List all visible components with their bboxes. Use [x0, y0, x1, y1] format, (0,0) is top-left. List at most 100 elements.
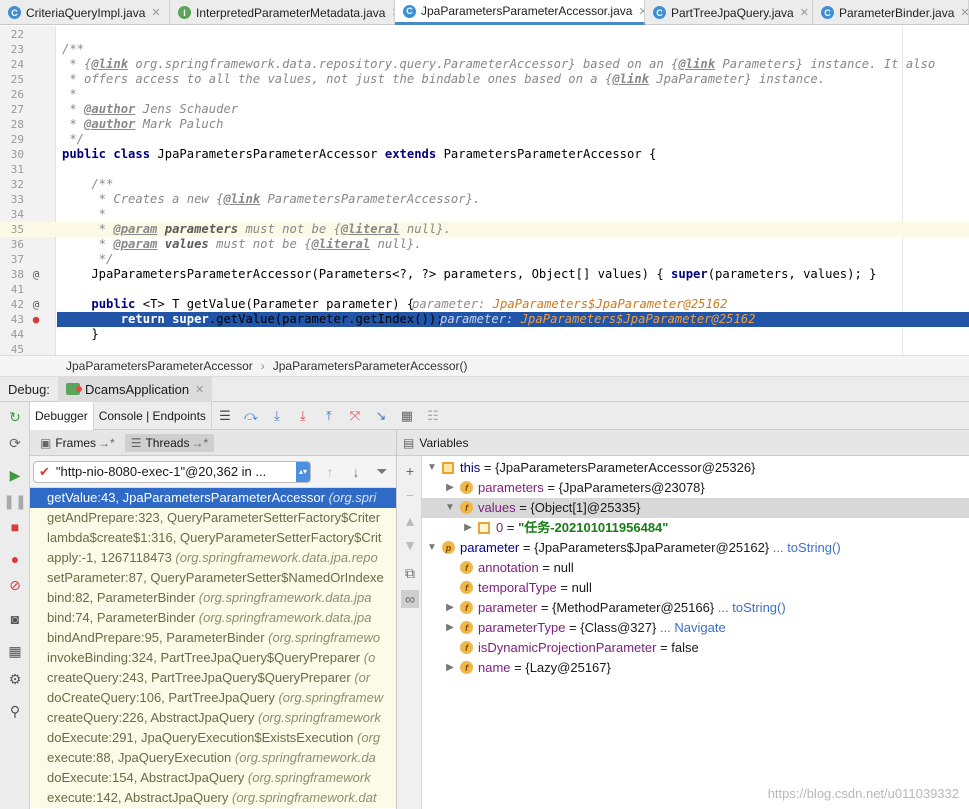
- stack-frame[interactable]: createQuery:243, PartTreeJpaQuery$QueryP…: [30, 668, 396, 688]
- code-line[interactable]: 29 */: [0, 132, 969, 147]
- expand-icon[interactable]: ▶: [444, 478, 456, 498]
- move-down-icon[interactable]: ▼: [401, 536, 419, 554]
- copy-icon[interactable]: ⧉: [401, 564, 419, 582]
- breakpoint-icon[interactable]: ●: [29, 312, 43, 327]
- view-breakpoints-icon[interactable]: ●: [6, 550, 24, 568]
- tab-frames[interactable]: ▣ Frames →*: [34, 434, 121, 452]
- stack-frame[interactable]: getValue:43, JpaParametersParameterAcces…: [30, 488, 396, 508]
- expand-icon[interactable]: ▶: [444, 618, 456, 638]
- resume-icon[interactable]: ▶: [6, 466, 24, 484]
- variable-row[interactable]: ▶ f parameterType = {Class@327} ... Naviga…: [422, 618, 969, 638]
- breadcrumb-item-constructor[interactable]: JpaParametersParameterAccessor(): [273, 359, 468, 373]
- stack-frame[interactable]: lambda$create$1:316, QueryParameterSette…: [30, 528, 396, 548]
- stack-frame[interactable]: createQuery:226, AbstractJpaQuery (org.s…: [30, 708, 396, 728]
- code-line[interactable]: 26 *: [0, 87, 969, 102]
- tab-debugger[interactable]: Debugger: [30, 401, 94, 430]
- evaluate-expression-icon[interactable]: ▦: [394, 402, 420, 430]
- expand-icon[interactable]: ▶: [462, 518, 474, 538]
- filter-icon[interactable]: ⏷: [369, 463, 395, 480]
- stack-frame[interactable]: execute:88, JpaQueryExecution (org.sprin…: [30, 748, 396, 768]
- code-line[interactable]: 34 *: [0, 207, 969, 222]
- stack-frame[interactable]: invokeBinding:324, PartTreeJpaQuery$Quer…: [30, 648, 396, 668]
- code-line[interactable]: 44 }: [0, 327, 969, 342]
- tab-parttreejpaquery[interactable]: C PartTreeJpaQuery.java ✕: [645, 0, 813, 25]
- pin-icon[interactable]: ⚲: [6, 702, 24, 720]
- expand-icon[interactable]: ▶: [444, 598, 456, 618]
- variable-row[interactable]: ▶ f parameters = {JpaParameters@23078}: [422, 478, 969, 498]
- variable-action-link[interactable]: ... Navigate: [656, 620, 726, 635]
- variable-action-link[interactable]: ... toString(): [714, 600, 786, 615]
- code-line[interactable]: 31: [0, 162, 969, 177]
- code-line[interactable]: 37 */: [0, 252, 969, 267]
- close-icon[interactable]: ✕: [800, 6, 809, 19]
- stop-icon[interactable]: ■: [6, 518, 24, 536]
- variable-row[interactable]: ▶ f name = {Lazy@25167}: [422, 658, 969, 678]
- variable-row[interactable]: ▶ f parameter = {MethodParameter@25166} ..…: [422, 598, 969, 618]
- close-icon[interactable]: ✕: [960, 6, 968, 19]
- stack-frame[interactable]: execute:142, AbstractJpaQuery (org.sprin…: [30, 788, 396, 808]
- code-line[interactable]: 28 * @author Mark Paluch: [0, 117, 969, 132]
- tab-criteriaqueryimpl[interactable]: C CriteriaQueryImpl.java ✕: [0, 0, 170, 25]
- collapse-icon[interactable]: ▼: [444, 498, 456, 518]
- variable-action-link[interactable]: ... toString(): [769, 540, 841, 555]
- drop-frame-icon[interactable]: ⤧: [342, 402, 368, 430]
- stack-frame[interactable]: doExecute:291, JpaQueryExecution$ExistsE…: [30, 728, 396, 748]
- stack-frame[interactable]: apply:-1, 1267118473 (org.springframewor…: [30, 548, 396, 568]
- variable-row[interactable]: ▼ f values = {Object[1]@25335}: [422, 498, 969, 518]
- arrow-up-icon[interactable]: ↑: [317, 464, 343, 480]
- code-line[interactable]: 32 /**: [0, 177, 969, 192]
- tab-console-endpoints[interactable]: Console | Endpoints: [94, 401, 212, 430]
- code-line[interactable]: 45: [0, 342, 969, 355]
- code-line[interactable]: 30 public class JpaParametersParameterAcc…: [0, 147, 969, 162]
- stack-frame[interactable]: bindAndPrepare:95, ParameterBinder (org.…: [30, 628, 396, 648]
- step-out-icon[interactable]: ⤒: [316, 402, 342, 430]
- trace-icon[interactable]: ☷: [420, 402, 446, 430]
- thread-dropdown[interactable]: ✔ "http-nio-8080-exec-1"@20,362 in ... ▴…: [33, 460, 311, 483]
- code-line[interactable]: 25 * offers access to all the values, no…: [0, 72, 969, 87]
- show-watches-icon[interactable]: ∞: [401, 590, 419, 608]
- variable-row[interactable]: ▶ 0 = "任务-202101011956484": [422, 518, 969, 538]
- stack-frame[interactable]: getAndPrepare:323, QueryParameterSetterF…: [30, 508, 396, 528]
- code-line[interactable]: 22: [0, 27, 969, 42]
- tab-threads[interactable]: ☰ Threads →*: [124, 433, 215, 452]
- variable-row[interactable]: f isDynamicProjectionParameter = false: [422, 638, 969, 658]
- remove-watch-icon[interactable]: −: [401, 486, 419, 504]
- tab-jpaparametersparameteraccessor[interactable]: CJpaParametersParameterAccessor.java✕: [395, 0, 645, 25]
- code-editor[interactable]: 22 23/** 24 * {@link org.springframework.d…: [0, 26, 969, 355]
- code-line[interactable]: 38 @ JpaParametersParameterAccessor(Param…: [0, 267, 969, 282]
- expand-icon[interactable]: ▶: [444, 658, 456, 678]
- rerun-icon[interactable]: ↻: [6, 408, 24, 426]
- override-marker-icon[interactable]: @: [29, 267, 43, 282]
- override-marker-icon[interactable]: @: [29, 297, 43, 312]
- arrow-down-icon[interactable]: ↓: [343, 464, 369, 480]
- collapse-icon[interactable]: ▼: [426, 458, 438, 478]
- mute-breakpoints-icon[interactable]: ⊘: [6, 576, 24, 594]
- code-line[interactable]: 43 ● return super.getValue(parameter.getI…: [11, 312, 969, 327]
- stack-frame[interactable]: bind:74, ParameterBinder (org.springfram…: [30, 608, 396, 628]
- variable-row[interactable]: ▼ this = {JpaParametersParameterAccessor@…: [422, 458, 969, 478]
- code-line[interactable]: 36 * @param values must not be {@literal…: [0, 237, 969, 252]
- close-icon[interactable]: ✕: [195, 383, 204, 396]
- variable-row[interactable]: ▼ p parameter = {JpaParameters$JpaParamete…: [422, 538, 969, 558]
- step-over-icon[interactable]: ⤼: [238, 402, 264, 430]
- code-line[interactable]: 24 * {@link org.springframework.data.rep…: [0, 57, 969, 72]
- stack-frame[interactable]: bind:82, ParameterBinder (org.springfram…: [30, 588, 396, 608]
- tab-parameterbinder[interactable]: C ParameterBinder.java ✕: [813, 0, 969, 25]
- hamburger-menu-icon[interactable]: ☰: [212, 402, 238, 430]
- code-line[interactable]: 41: [0, 282, 969, 297]
- code-line[interactable]: 35 * @param parameters must not be {@lit…: [0, 222, 969, 237]
- code-line[interactable]: 42 @ public <T> T getValue(Parameter para…: [0, 297, 969, 312]
- force-step-into-icon[interactable]: ⤓: [290, 402, 316, 430]
- restart-icon[interactable]: ⟳: [6, 434, 24, 452]
- step-into-icon[interactable]: ⤓: [264, 402, 290, 430]
- code-line[interactable]: 33 * Creates a new {@link ParametersPara…: [0, 192, 969, 207]
- add-watch-icon[interactable]: +: [401, 462, 419, 480]
- collapse-icon[interactable]: ▼: [426, 538, 438, 558]
- camera-icon[interactable]: ◙: [6, 610, 24, 628]
- debug-session-tab[interactable]: DcamsApplication ✕: [58, 376, 213, 402]
- layout-icon[interactable]: ▦: [6, 642, 24, 660]
- move-up-icon[interactable]: ▲: [401, 512, 419, 530]
- tab-interpretedparametermetadata[interactable]: IInterpretedParameterMetadata.java✕: [170, 0, 395, 25]
- code-line[interactable]: 23 /**: [0, 42, 969, 57]
- run-to-cursor-icon[interactable]: ↘: [368, 402, 394, 430]
